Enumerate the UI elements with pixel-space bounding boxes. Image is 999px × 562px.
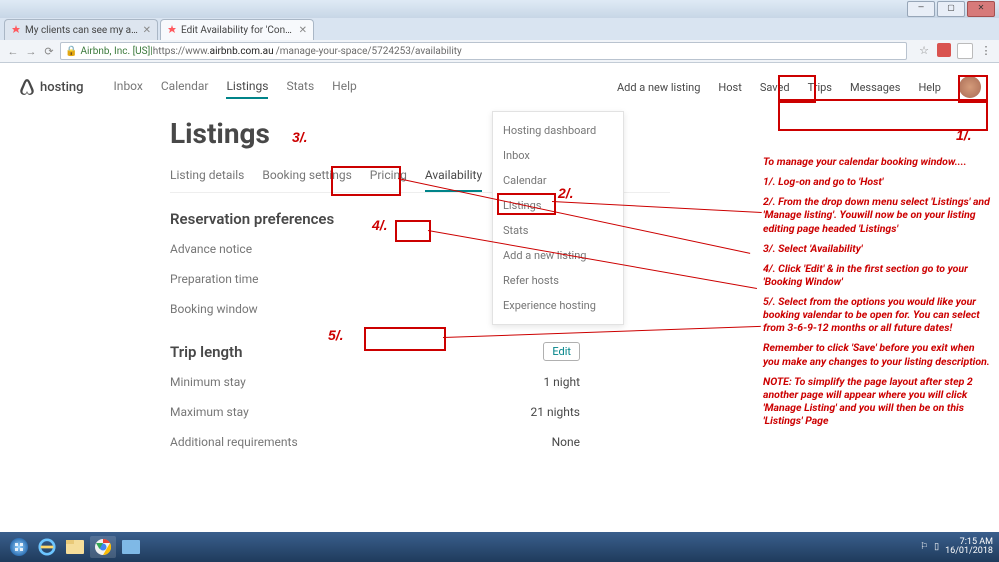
- windows-taskbar: ⚐ ▯ 7:15 AM 16/01/2018: [0, 532, 999, 562]
- nav-trips[interactable]: Trips: [808, 81, 832, 94]
- row-label: Maximum stay: [170, 405, 249, 419]
- forward-icon[interactable]: →: [24, 44, 38, 58]
- row-value: 21 nights: [531, 405, 580, 419]
- favicon-icon: [11, 25, 21, 35]
- note-line: 5/. Select from the options you would li…: [763, 295, 993, 334]
- note-line: Remember to click 'Save' before you exit…: [763, 341, 993, 367]
- trip-row-maximum-stay: Maximum stay 21 nights: [170, 397, 580, 427]
- row-label: Booking window: [170, 302, 258, 316]
- trip-row-minimum-stay: Minimum stay 1 night: [170, 367, 580, 397]
- annotation-number: 5/.: [328, 327, 344, 343]
- taskbar-chrome-icon[interactable]: [90, 536, 116, 558]
- note-line: NOTE: To simplify the page layout after …: [763, 375, 993, 428]
- browser-tab[interactable]: Edit Availability for 'Con… ✕: [160, 19, 314, 40]
- annotation-number: 4/.: [372, 217, 388, 233]
- dropdown-item-add-listing[interactable]: Add a new listing: [493, 243, 623, 268]
- primary-nav: Inbox Calendar Listings Stats Help: [114, 75, 357, 99]
- edit-button[interactable]: Edit: [543, 342, 580, 361]
- airbnb-logo-icon: [18, 78, 36, 96]
- browser-toolbar: ← → ⟳ 🔒 Airbnb, Inc. [US] | https://www.…: [0, 40, 999, 63]
- star-icon[interactable]: ☆: [917, 43, 931, 57]
- dropdown-item-experience-hosting[interactable]: Experience hosting: [493, 293, 623, 318]
- toolbar-extensions: ☆ ⋮: [917, 43, 993, 59]
- annotation-number: 1/.: [956, 127, 972, 143]
- site-header: hosting Inbox Calendar Listings Stats He…: [0, 63, 999, 111]
- tab-availability[interactable]: Availability: [425, 164, 482, 192]
- url-org: Airbnb, Inc. [US]: [80, 46, 150, 57]
- nav-host[interactable]: Host: [718, 81, 741, 94]
- taskbar-folder-icon[interactable]: [118, 536, 144, 558]
- secondary-nav: Add a new listing Host Saved Trips Messa…: [617, 76, 981, 98]
- dropdown-item-hosting-dashboard[interactable]: Hosting dashboard: [493, 118, 623, 143]
- window-minimize-button[interactable]: —: [907, 1, 935, 17]
- lock-icon: 🔒: [65, 46, 77, 57]
- section-title: Trip length: [170, 343, 242, 361]
- tab-booking-settings[interactable]: Booking settings: [262, 164, 351, 192]
- nav-messages[interactable]: Messages: [850, 81, 900, 94]
- menu-icon[interactable]: ⋮: [979, 43, 993, 57]
- site-logo[interactable]: hosting: [18, 78, 84, 96]
- page-body: hosting Inbox Calendar Listings Stats He…: [0, 63, 999, 533]
- nav-inbox[interactable]: Inbox: [114, 75, 143, 99]
- taskbar-explorer-icon[interactable]: [62, 536, 88, 558]
- tab-close-icon[interactable]: ✕: [299, 25, 307, 36]
- row-value: 1 night: [543, 375, 580, 389]
- nav-saved[interactable]: Saved: [760, 81, 790, 94]
- taskbar-tray: ⚐ ▯ 7:15 AM 16/01/2018: [920, 538, 993, 556]
- row-label: Minimum stay: [170, 375, 246, 389]
- tab-title: Edit Availability for 'Con…: [181, 25, 292, 36]
- address-bar[interactable]: 🔒 Airbnb, Inc. [US] | https://www. airbn…: [60, 42, 907, 60]
- host-dropdown-menu: Hosting dashboard Inbox Calendar Listing…: [492, 111, 624, 325]
- url-path: /manage-your-space/5724253/availability: [276, 46, 462, 57]
- section-title: Reservation preferences: [170, 210, 334, 228]
- window-titlebar: — ▢ ✕: [0, 0, 999, 18]
- note-line: 3/. Select 'Availability': [763, 242, 993, 255]
- row-label: Advance notice: [170, 242, 252, 256]
- row-label: Preparation time: [170, 272, 259, 286]
- nav-calendar[interactable]: Calendar: [161, 75, 209, 99]
- nav-listings[interactable]: Listings: [226, 75, 268, 99]
- row-value: None: [552, 435, 580, 449]
- tray-network-icon[interactable]: ▯: [934, 543, 939, 552]
- note-line: 2/. From the drop down menu select 'List…: [763, 195, 993, 234]
- url-domain: airbnb.com.au: [210, 46, 274, 57]
- nav-add-listing[interactable]: Add a new listing: [617, 81, 700, 94]
- dropdown-item-inbox[interactable]: Inbox: [493, 143, 623, 168]
- trip-length-section: Trip length Edit Minimum stay 1 night Ma…: [170, 342, 580, 457]
- tray-flag-icon[interactable]: ⚐: [920, 543, 928, 552]
- nav-help[interactable]: Help: [332, 75, 357, 99]
- clock-date: 16/01/2018: [945, 547, 993, 556]
- trip-row-additional-requirements: Additional requirements None: [170, 427, 580, 457]
- taskbar-clock[interactable]: 7:15 AM 16/01/2018: [945, 538, 993, 556]
- annotation-number: 2/.: [558, 185, 574, 201]
- favicon-icon: [167, 25, 177, 35]
- tab-title: My clients can see my a…: [25, 25, 138, 36]
- extension-icon[interactable]: [937, 43, 951, 57]
- tab-close-icon[interactable]: ✕: [143, 25, 151, 36]
- annotation-number: 3/.: [292, 129, 308, 145]
- annotation-notes: To manage your calendar booking window..…: [763, 155, 993, 434]
- url-scheme: https://www.: [153, 46, 210, 57]
- tab-listing-details[interactable]: Listing details: [170, 164, 244, 192]
- browser-tab[interactable]: My clients can see my a… ✕: [4, 19, 158, 40]
- extension-icon[interactable]: [957, 43, 973, 59]
- nav-help[interactable]: Help: [918, 81, 941, 94]
- dropdown-item-refer-hosts[interactable]: Refer hosts: [493, 268, 623, 293]
- reload-icon[interactable]: ⟳: [42, 44, 56, 58]
- browser-tab-strip: My clients can see my a… ✕ Edit Availabi…: [0, 18, 999, 40]
- site-logo-text: hosting: [40, 80, 84, 95]
- note-line: To manage your calendar booking window..…: [763, 155, 993, 168]
- window-close-button[interactable]: ✕: [967, 1, 995, 17]
- taskbar-ie-icon[interactable]: [34, 536, 60, 558]
- nav-stats[interactable]: Stats: [286, 75, 314, 99]
- avatar[interactable]: [959, 76, 981, 98]
- note-line: 1/. Log-on and go to 'Host': [763, 175, 993, 188]
- start-button[interactable]: [6, 536, 32, 558]
- note-line: 4/. Click 'Edit' & in the first section …: [763, 262, 993, 288]
- back-icon[interactable]: ←: [6, 44, 20, 58]
- row-label: Additional requirements: [170, 435, 298, 449]
- window-maximize-button[interactable]: ▢: [937, 1, 965, 17]
